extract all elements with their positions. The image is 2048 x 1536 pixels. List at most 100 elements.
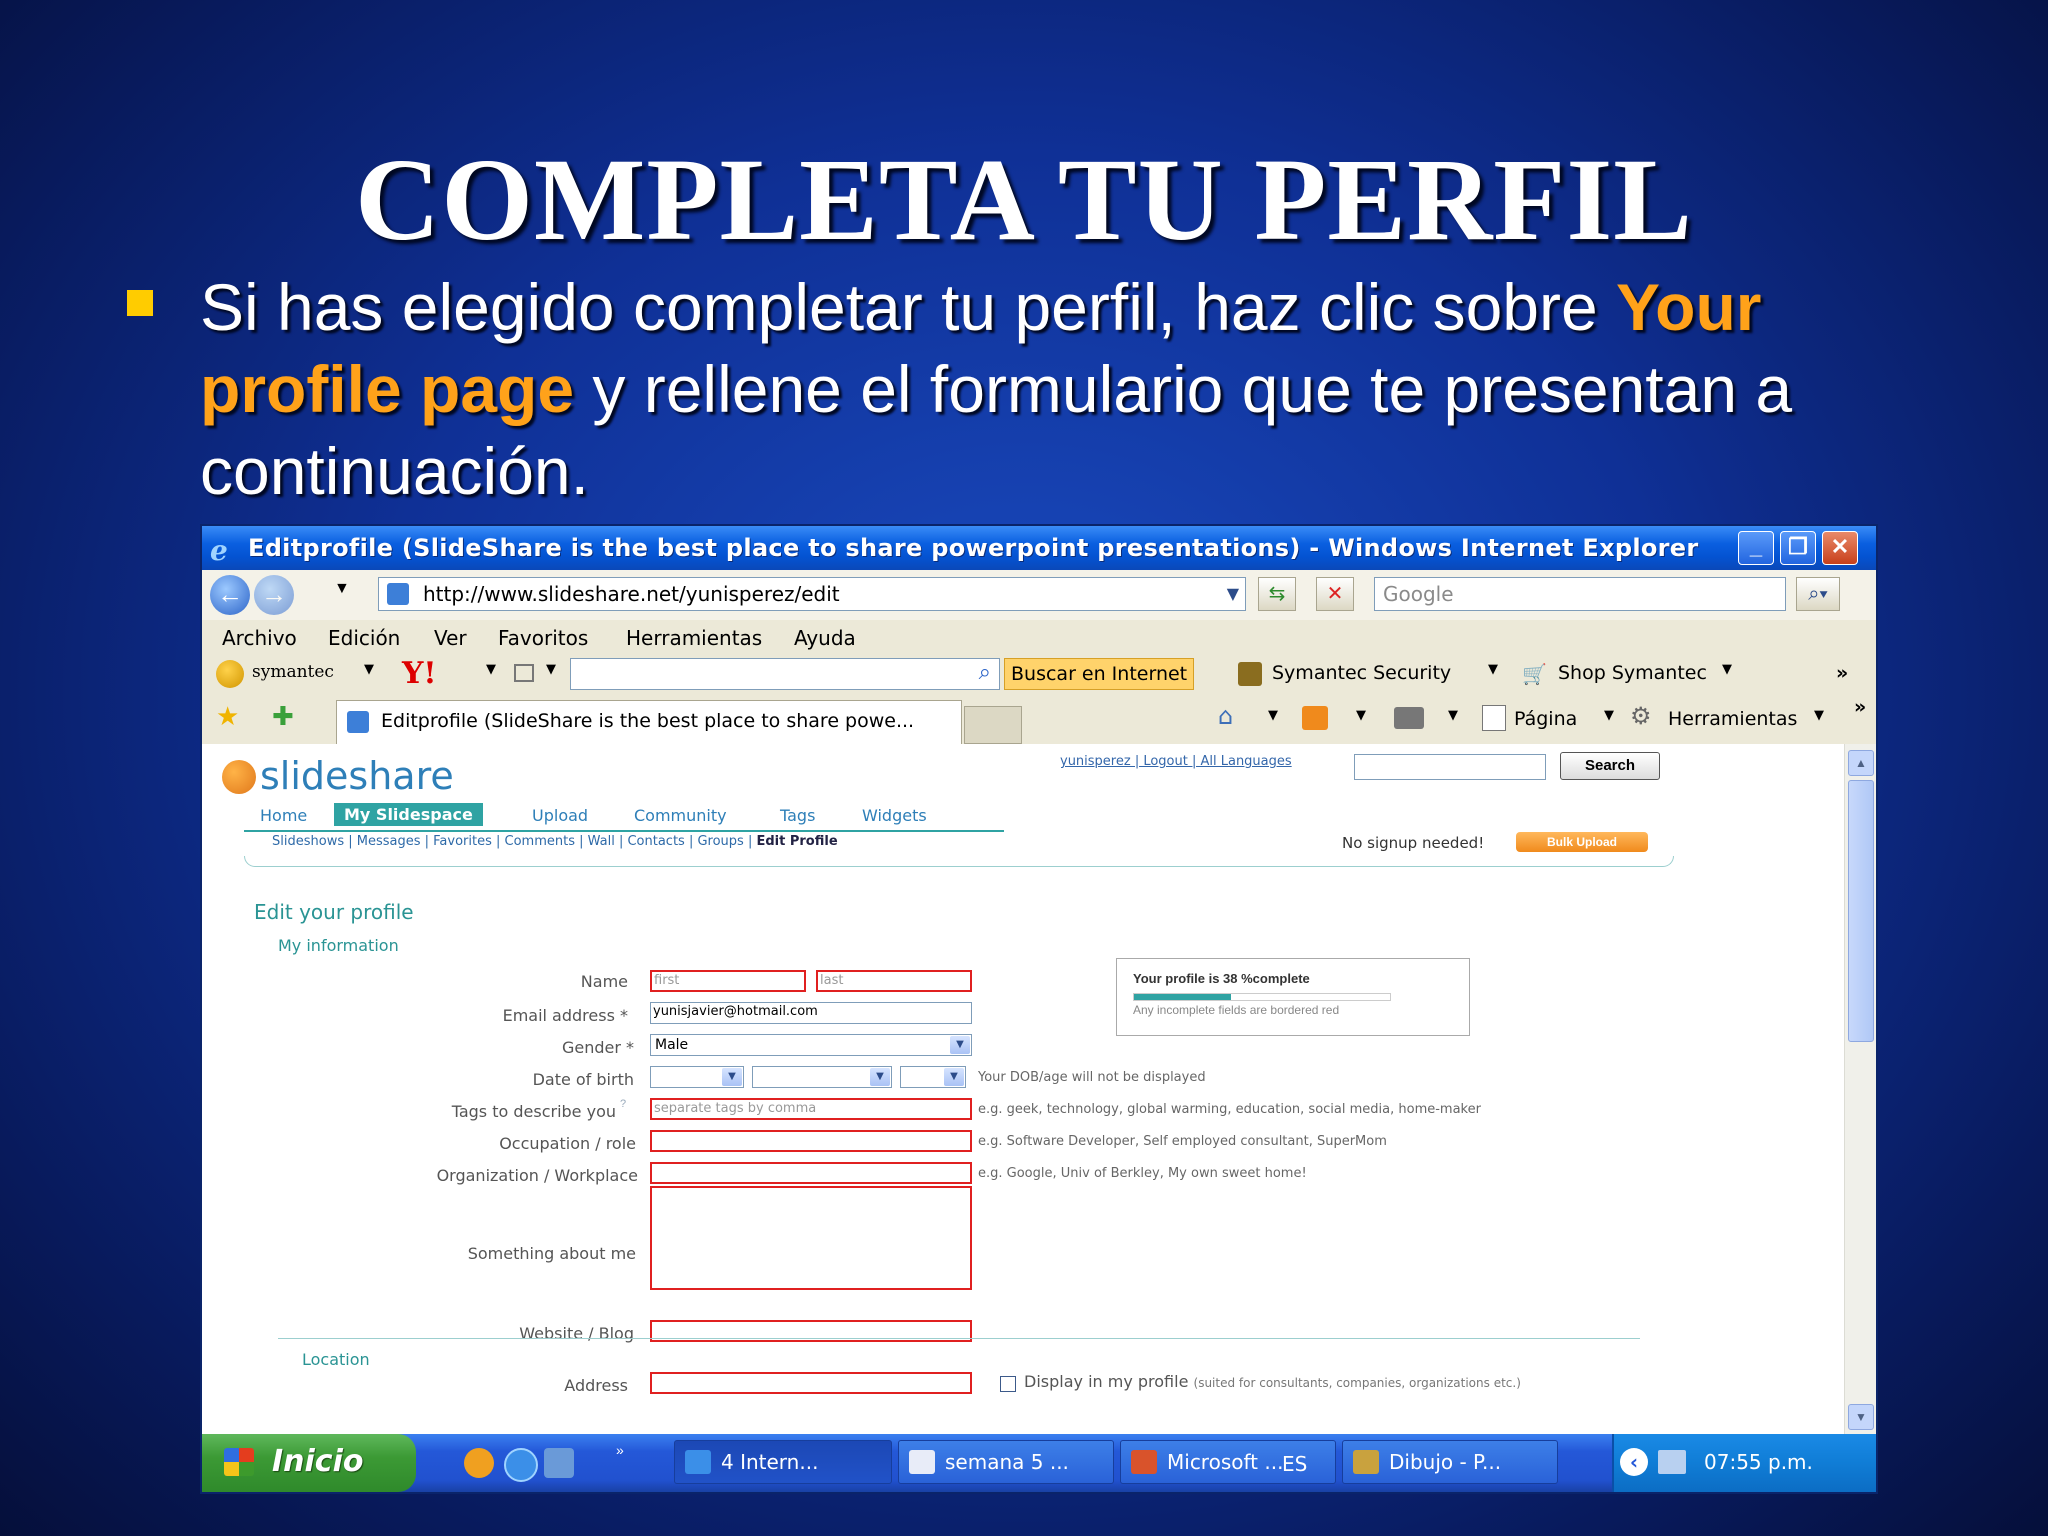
toolbar-overflow-icon[interactable]: » (1836, 662, 1848, 684)
subnav-edit-profile[interactable]: Edit Profile (756, 834, 837, 849)
security-dropdown-icon[interactable]: ▼ (1488, 662, 1498, 677)
nav-upload[interactable]: Upload (532, 806, 588, 825)
start-button[interactable]: Inicio (202, 1434, 416, 1492)
last-name-input[interactable]: last (816, 970, 972, 992)
rss-dropdown-icon[interactable]: ▼ (1356, 708, 1366, 723)
yahoo-dropdown-icon[interactable]: ▼ (486, 662, 496, 677)
my-information-heading: My information (278, 936, 399, 955)
favorites-star-icon[interactable]: ★ (216, 702, 239, 732)
refresh-button[interactable]: ⇆ (1258, 577, 1296, 611)
name-label: Name (580, 972, 628, 991)
highlight-icon[interactable] (514, 664, 534, 682)
tools-dropdown-icon[interactable]: ▼ (1814, 708, 1824, 723)
email-input[interactable]: yunisjavier@hotmail.com (650, 1002, 972, 1024)
quicklaunch-app-icon[interactable] (464, 1448, 494, 1478)
forward-button[interactable]: → (254, 575, 294, 615)
home-icon[interactable]: ⌂ (1218, 702, 1233, 730)
email-label: Email address * (502, 1006, 628, 1025)
taskbar-item-word[interactable]: semana 5 ... (898, 1440, 1114, 1484)
taskbar-item-ie[interactable]: 4 Intern... (674, 1440, 892, 1484)
yahoo-logo-icon[interactable]: Y! (402, 656, 437, 691)
menu-archivo[interactable]: Archivo (222, 626, 297, 650)
nav-community[interactable]: Community (634, 806, 727, 825)
first-name-input[interactable]: first (650, 970, 806, 992)
menu-ayuda[interactable]: Ayuda (794, 626, 856, 650)
shop-symantec-label[interactable]: Shop Symantec (1558, 662, 1707, 684)
nav-widgets[interactable]: Widgets (862, 806, 927, 825)
taskbar-item-paint[interactable]: Dibujo - P... (1342, 1440, 1558, 1484)
top-links[interactable]: yunisperez | Logout | All Languages (1060, 754, 1292, 769)
add-favorites-icon[interactable]: ✚ (272, 702, 294, 732)
home-dropdown-icon[interactable]: ▼ (1268, 708, 1278, 723)
toolbar-search-input[interactable]: ⌕ (570, 658, 1000, 690)
nav-tags[interactable]: Tags (780, 806, 815, 825)
url-dropdown-icon[interactable]: ▼ (1227, 578, 1239, 610)
symantec-label[interactable]: symantec (252, 662, 334, 682)
dob-day-select[interactable]: ▼ (650, 1066, 744, 1088)
maximize-button[interactable]: ❐ (1780, 531, 1816, 565)
display-checkbox[interactable] (1000, 1376, 1016, 1392)
title-bar: e Editprofile (SlideShare is the best pl… (202, 526, 1876, 570)
highlight-dropdown-icon[interactable]: ▼ (546, 662, 556, 677)
profile-progress-fill (1134, 994, 1232, 1000)
vertical-scrollbar[interactable]: ▲ ▼ (1844, 744, 1876, 1434)
about-textarea[interactable] (650, 1186, 972, 1290)
tags-input[interactable]: separate tags by comma (650, 1098, 972, 1120)
quicklaunch-ie-icon[interactable] (504, 1448, 538, 1482)
gender-select[interactable]: Male ▼ (650, 1034, 972, 1056)
magnifier-icon[interactable]: ⌕ (979, 660, 991, 685)
network-icon[interactable] (1658, 1450, 1686, 1474)
display-label: Display in my profile (suited for consul… (1024, 1372, 1521, 1391)
page-dropdown-icon[interactable]: ▼ (1604, 708, 1614, 723)
subnav-links[interactable]: Slideshows | Messages | Favorites | Comm… (272, 834, 756, 849)
occupation-input[interactable] (650, 1130, 972, 1152)
quicklaunch-overflow-icon[interactable]: » (616, 1442, 624, 1458)
site-search-button[interactable]: Search (1560, 752, 1660, 780)
address-input[interactable] (650, 1372, 972, 1394)
nav-my-slidespace[interactable]: My Slidespace (334, 803, 483, 826)
commandbar-overflow-icon[interactable]: » (1854, 696, 1866, 718)
print-dropdown-icon[interactable]: ▼ (1448, 708, 1458, 723)
minimize-button[interactable]: _ (1738, 531, 1774, 565)
tray-expand-icon[interactable]: ‹ (1620, 1448, 1648, 1476)
display-label-text: Display in my profile (1024, 1372, 1189, 1391)
site-search-input[interactable] (1354, 754, 1546, 780)
tools-menu[interactable]: Herramientas (1668, 708, 1797, 730)
menu-edicion[interactable]: Edición (328, 626, 400, 650)
browser-tab[interactable]: Editprofile (SlideShare is the best plac… (336, 700, 962, 744)
shop-dropdown-icon[interactable]: ▼ (1722, 662, 1732, 677)
symantec-security-label[interactable]: Symantec Security (1272, 662, 1451, 684)
history-dropdown-icon[interactable]: ▼ (334, 580, 350, 598)
menu-favoritos[interactable]: Favoritos (498, 626, 588, 650)
back-button[interactable]: ← (210, 575, 250, 615)
page-content: slideshare yunisperez | Logout | All Lan… (202, 744, 1844, 1434)
scroll-down-icon[interactable]: ▼ (1848, 1404, 1874, 1430)
close-button[interactable]: ✕ (1822, 531, 1858, 565)
dob-year-select[interactable]: ▼ (900, 1066, 966, 1088)
scroll-up-icon[interactable]: ▲ (1848, 750, 1874, 776)
url-field[interactable]: http://www.slideshare.net/yunisperez/edi… (378, 577, 1246, 611)
new-tab-button[interactable] (964, 706, 1022, 744)
search-field[interactable]: Google (1374, 577, 1786, 611)
organization-input[interactable] (650, 1162, 972, 1184)
dob-month-select[interactable]: ▼ (752, 1066, 892, 1088)
dob-hint: Your DOB/age will not be displayed (978, 1070, 1206, 1085)
rss-icon[interactable] (1302, 706, 1328, 730)
bulk-upload-button[interactable]: Bulk Upload (1516, 832, 1648, 852)
buscar-button[interactable]: Buscar en Internet (1004, 658, 1195, 690)
scroll-thumb[interactable] (1848, 780, 1874, 1042)
nav-home[interactable]: Home (260, 806, 307, 825)
language-indicator[interactable]: ES (1282, 1452, 1307, 1476)
search-go-button[interactable]: ⌕▾ (1796, 577, 1840, 611)
quicklaunch-desktop-icon[interactable] (544, 1448, 574, 1478)
tags-label: Tags to describe you (451, 1102, 616, 1121)
menu-herramientas[interactable]: Herramientas (626, 626, 762, 650)
page-menu[interactable]: Página (1514, 708, 1577, 730)
symantec-dropdown-icon[interactable]: ▼ (364, 662, 374, 677)
site-logo[interactable]: slideshare (260, 754, 454, 798)
profile-completion-box: Your profile is 38 %complete Any incompl… (1116, 958, 1470, 1036)
menu-ver[interactable]: Ver (434, 626, 467, 650)
help-icon[interactable]: ? (620, 1098, 626, 1110)
stop-button[interactable]: ✕ (1316, 577, 1354, 611)
print-icon[interactable] (1394, 707, 1424, 729)
